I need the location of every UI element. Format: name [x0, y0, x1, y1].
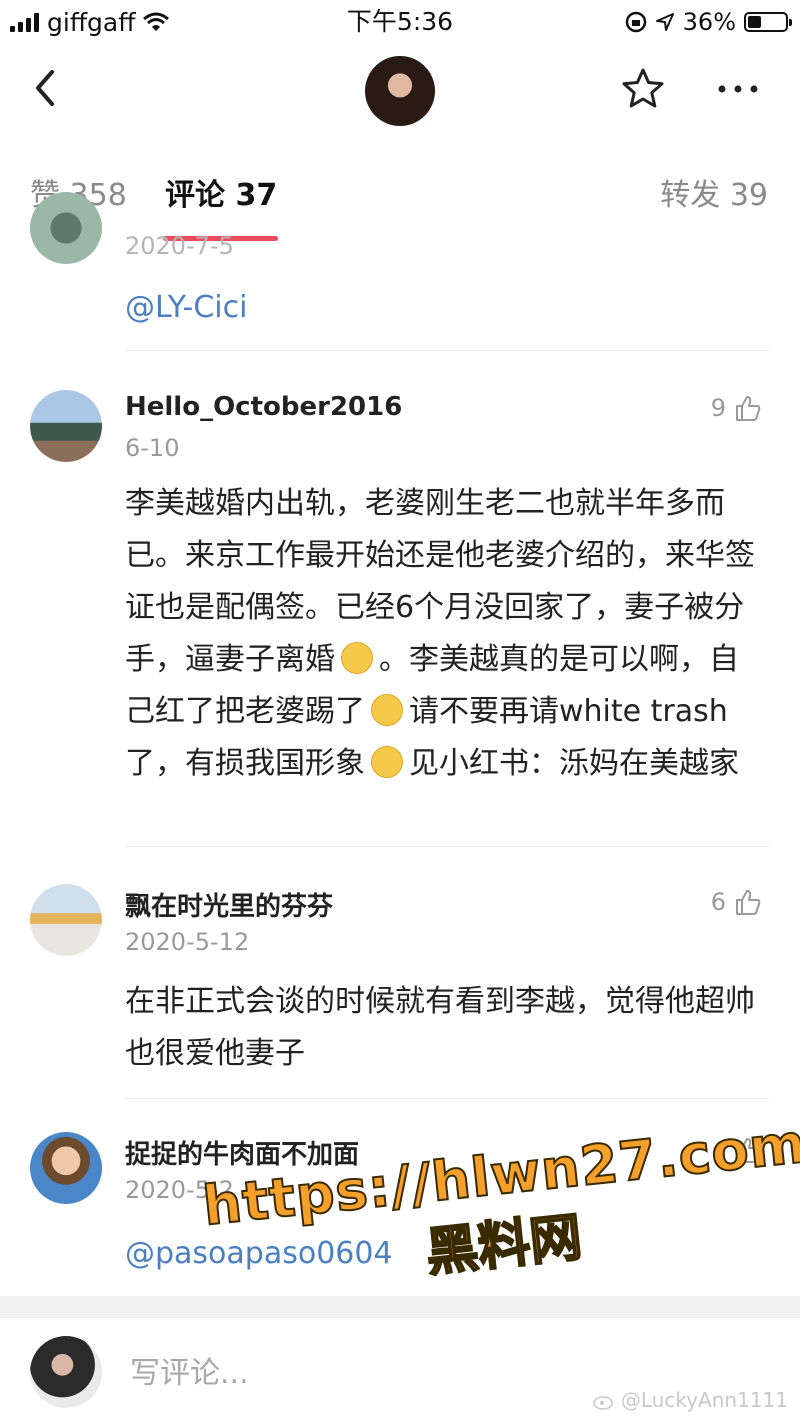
divider: [125, 1098, 770, 1099]
like-button[interactable]: 9: [711, 388, 762, 428]
like-button[interactable]: 6: [711, 882, 762, 922]
weibo-logo-icon: [592, 1396, 613, 1410]
divider: [125, 846, 770, 847]
profile-avatar[interactable]: [365, 56, 435, 126]
comment-date: 2020-7-5: [125, 232, 234, 260]
back-icon[interactable]: [30, 66, 60, 110]
tab-bar: 赞 358 评论 37 转发 39: [0, 136, 800, 242]
avatar[interactable]: [30, 192, 102, 264]
commenter-name[interactable]: 飘在时光里的芬芬: [125, 886, 333, 923]
like-count: 9: [710, 394, 726, 422]
star-icon[interactable]: [620, 66, 666, 112]
avatar[interactable]: [30, 390, 102, 462]
comment-input[interactable]: 写评论...: [130, 1348, 249, 1392]
comment-date: 6-10: [125, 434, 180, 462]
mention-link[interactable]: @LY-Cici: [125, 282, 760, 334]
thumbs-up-icon: [736, 396, 761, 421]
tab-reposts[interactable]: 转发 39: [660, 170, 768, 214]
status-bar: giffgaff 下午5:36 36%: [0, 0, 800, 44]
nav-bar: [0, 44, 800, 137]
weibo-watermark: @LuckyAnn1111: [592, 1388, 788, 1412]
dizzy-face-emoji: [371, 746, 403, 778]
avatar[interactable]: [30, 884, 102, 956]
divider: [125, 350, 770, 351]
thumbs-up-icon: [736, 890, 761, 915]
my-avatar: [30, 1336, 102, 1408]
comment-text: 在非正式会谈的时候就有看到李越，觉得他超帅也很爱他妻子: [125, 984, 755, 1071]
comment-text-part: 见小红书：泺妈在美越家: [409, 746, 739, 781]
location-icon: [655, 13, 674, 31]
battery-icon: [744, 12, 792, 32]
status-right: 36%: [625, 4, 792, 40]
comment-text: 李美越婚内出轨，老婆刚生老二也就半年多而已。来京工作最开始还是他老婆介绍的，来华…: [125, 478, 760, 790]
comment-date: 2020-5-12: [125, 928, 250, 956]
weibo-handle: @LuckyAnn1111: [620, 1388, 788, 1412]
sad-sweat-emoji: [371, 694, 403, 726]
battery-percent: 36%: [682, 8, 736, 36]
like-count: 6: [710, 888, 726, 916]
commenter-name[interactable]: Hello_October2016: [125, 392, 402, 422]
avatar[interactable]: [30, 1132, 102, 1204]
separator-strip: [0, 1296, 800, 1318]
tab-comments[interactable]: 评论 37: [165, 170, 277, 214]
crying-face-emoji: [341, 642, 373, 674]
rotation-lock-icon: [625, 11, 646, 33]
more-icon[interactable]: [715, 66, 761, 112]
